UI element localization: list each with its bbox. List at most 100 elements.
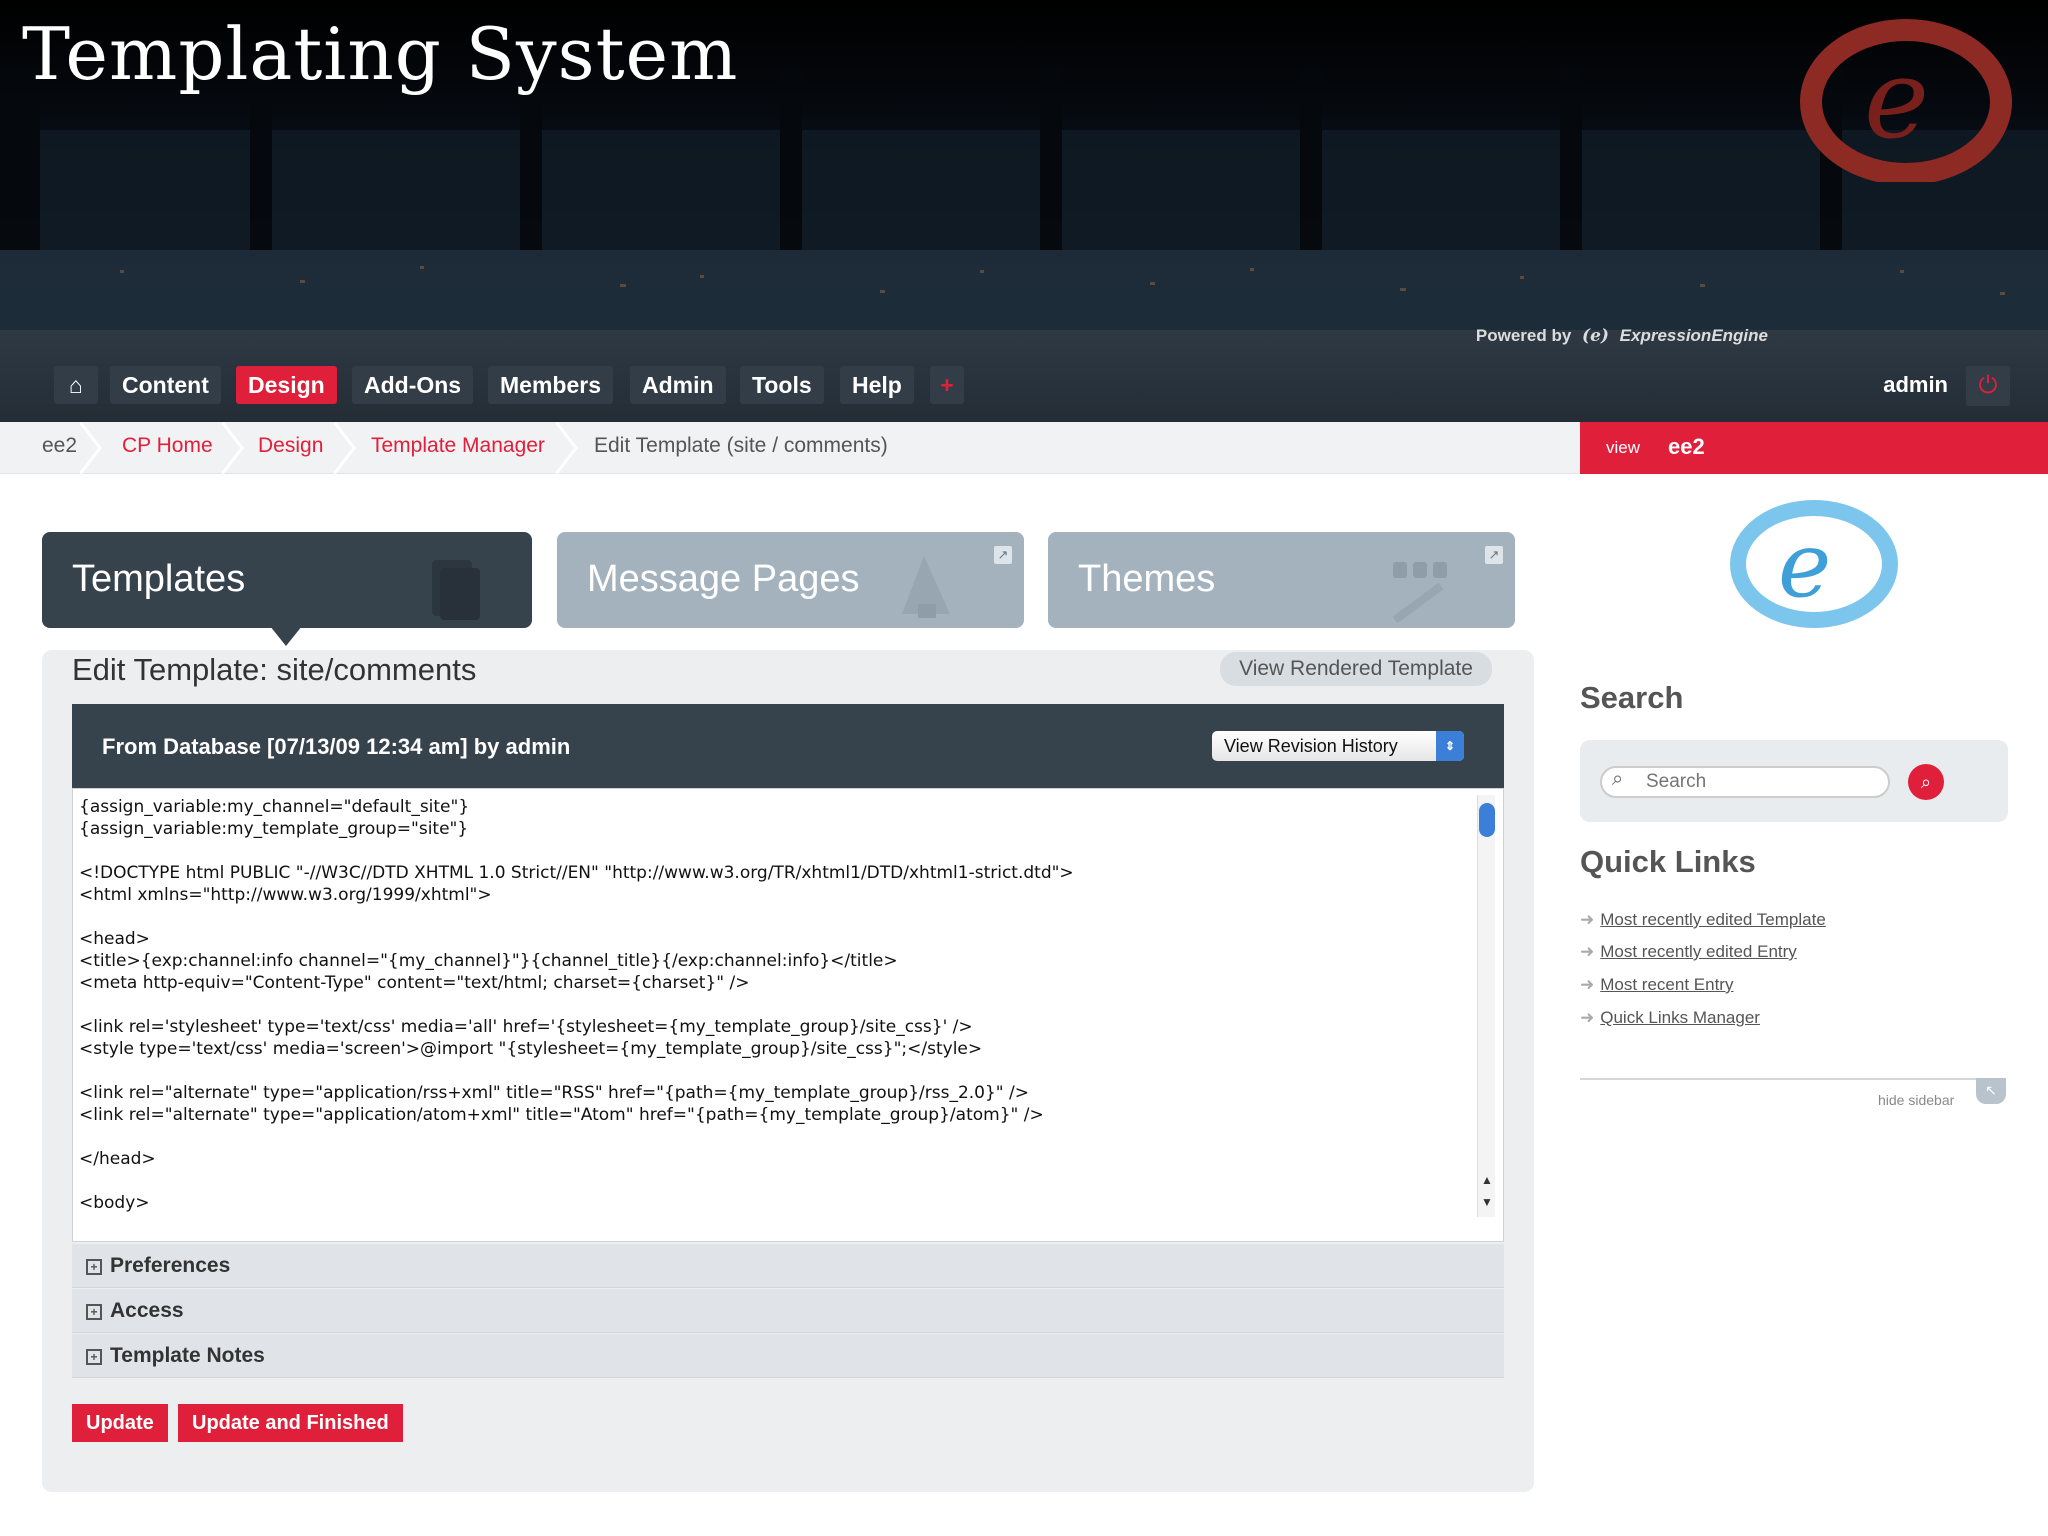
search-title: Search bbox=[1580, 680, 1684, 715]
quick-link-label[interactable]: Most recently edited Template bbox=[1600, 910, 1826, 929]
nav-admin[interactable]: Admin bbox=[630, 366, 726, 404]
select-arrows-icon: ⇕ bbox=[1436, 731, 1464, 761]
quick-link-label[interactable]: Quick Links Manager bbox=[1600, 1008, 1760, 1027]
breadcrumb-site[interactable]: ee2 bbox=[42, 434, 77, 458]
code-line: {assign_variable:my_channel="default_sit… bbox=[79, 797, 470, 817]
hide-sidebar-label[interactable]: hide sidebar bbox=[1878, 1092, 1954, 1108]
breadcrumb-current: Edit Template (site / comments) bbox=[594, 434, 888, 457]
expressionengine-logo-icon: e bbox=[1800, 19, 2012, 182]
breadcrumb-cp-home[interactable]: CP Home bbox=[122, 434, 213, 458]
nav-tools[interactable]: Tools bbox=[740, 366, 824, 404]
powered-by-label: Powered by bbox=[1475, 326, 1572, 345]
code-line: <html xmlns="http://www.w3.org/1999/xhtm… bbox=[79, 885, 492, 905]
nav-content[interactable]: Content bbox=[110, 366, 221, 404]
plus-icon[interactable]: + bbox=[930, 366, 964, 404]
expand-plus-icon: + bbox=[86, 1349, 102, 1365]
code-line: <title>{exp:channel:info channel="{my_ch… bbox=[79, 951, 898, 971]
view-site-name[interactable]: ee2 bbox=[1668, 434, 1705, 460]
city-skyline-image bbox=[0, 70, 2048, 330]
nav-design[interactable]: Design bbox=[236, 366, 337, 404]
powered-by: Powered by (e) ExpressionEngine bbox=[1476, 326, 1768, 346]
scroll-down-icon[interactable]: ▼ bbox=[1478, 1195, 1496, 1215]
template-notes-section[interactable]: + Template Notes bbox=[72, 1334, 1504, 1378]
search-icon: ⌕ bbox=[1612, 768, 1624, 790]
preferences-section[interactable]: + Preferences bbox=[72, 1244, 1504, 1288]
code-line: <body> bbox=[79, 1193, 150, 1213]
page-title: Edit Template: site/comments bbox=[72, 652, 477, 687]
hide-sidebar-icon[interactable]: ↖ bbox=[1976, 1078, 2006, 1104]
tab-templates[interactable]: Templates bbox=[42, 532, 532, 628]
active-tab-pointer bbox=[270, 626, 302, 646]
preferences-label: Preferences bbox=[110, 1254, 231, 1277]
code-line: <style type='text/css' media='screen'>@i… bbox=[79, 1039, 983, 1059]
breadcrumb-template-manager[interactable]: Template Manager bbox=[371, 434, 545, 458]
editor-scrollbar[interactable]: ▲ ▼ bbox=[1477, 795, 1495, 1217]
quick-link[interactable]: ➜ Most recently edited Template bbox=[1580, 910, 1826, 930]
slide-title: Templating System bbox=[22, 12, 739, 96]
arrow-icon: ➜ bbox=[1580, 1008, 1595, 1027]
expand-plus-icon: + bbox=[86, 1259, 102, 1275]
view-label: view bbox=[1606, 438, 1641, 457]
code-line: <!DOCTYPE html PUBLIC "-//W3C//DTD XHTML… bbox=[79, 863, 1074, 883]
code-line: <link rel="alternate" type="application/… bbox=[79, 1083, 1029, 1103]
view-rendered-template-button[interactable]: View Rendered Template bbox=[1220, 652, 1492, 686]
update-button[interactable]: Update bbox=[72, 1404, 168, 1442]
view-site-bar[interactable]: view ee2 bbox=[1580, 422, 2048, 474]
template-doc-icon bbox=[432, 560, 480, 620]
arrow-icon: ➜ bbox=[1580, 910, 1595, 929]
sidebar-divider bbox=[1580, 1078, 1988, 1080]
breadcrumb-separator-icon bbox=[222, 422, 244, 474]
code-line: {assign_variable:my_template_group="site… bbox=[79, 819, 469, 839]
revision-history-select[interactable]: View Revision History ⇕ bbox=[1212, 731, 1464, 761]
access-section[interactable]: + Access bbox=[72, 1289, 1504, 1333]
home-icon[interactable]: ⌂ bbox=[54, 366, 98, 404]
breadcrumb-separator-icon bbox=[556, 422, 578, 474]
revision-history-select-value: View Revision History bbox=[1224, 736, 1398, 756]
quick-link-label[interactable]: Most recently edited Entry bbox=[1600, 942, 1797, 961]
code-line: <head> bbox=[79, 929, 150, 949]
update-and-finished-button[interactable]: Update and Finished bbox=[178, 1404, 403, 1442]
tab-themes-label: Themes bbox=[1078, 558, 1216, 600]
breadcrumb: ee2 CP Home Design Template Manager Edit… bbox=[0, 422, 1580, 474]
expand-icon[interactable]: ↗ bbox=[994, 546, 1012, 564]
megaphone-icon bbox=[902, 556, 950, 618]
arrow-icon: ➜ bbox=[1580, 942, 1595, 961]
search-submit-button[interactable]: ⌕ bbox=[1908, 764, 1944, 800]
quick-link[interactable]: ➜ Most recently edited Entry bbox=[1580, 942, 1797, 962]
quick-link[interactable]: ➜ Most recent Entry bbox=[1580, 975, 1733, 995]
code-line: <link rel='stylesheet' type='text/css' m… bbox=[79, 1017, 973, 1037]
quick-link[interactable]: ➜ Quick Links Manager bbox=[1580, 1008, 1760, 1028]
quick-links-title: Quick Links bbox=[1580, 844, 1756, 879]
breadcrumb-separator-icon bbox=[334, 422, 356, 474]
user-name[interactable]: admin bbox=[1883, 372, 1948, 398]
nav-help[interactable]: Help bbox=[840, 366, 914, 404]
quick-link-label[interactable]: Most recent Entry bbox=[1600, 975, 1733, 994]
nav-members[interactable]: Members bbox=[488, 366, 613, 404]
template-code-editor[interactable]: {assign_variable:my_channel="default_sit… bbox=[72, 788, 1504, 1242]
template-notes-label: Template Notes bbox=[110, 1344, 265, 1367]
paintbrush-icon bbox=[1392, 562, 1447, 624]
breadcrumb-separator-icon bbox=[80, 422, 102, 474]
breadcrumb-design[interactable]: Design bbox=[258, 434, 323, 458]
expand-plus-icon: + bbox=[86, 1304, 102, 1320]
revision-info: From Database [07/13/09 12:34 am] by adm… bbox=[102, 734, 571, 759]
access-label: Access bbox=[110, 1299, 184, 1322]
svg-text:e: e bbox=[1778, 513, 1831, 618]
nav-add-ons[interactable]: Add-Ons bbox=[352, 366, 474, 404]
power-icon[interactable]: ⏻ bbox=[1966, 366, 2010, 406]
search-input[interactable] bbox=[1600, 766, 1890, 798]
tab-templates-label: Templates bbox=[72, 558, 246, 600]
tab-message-pages[interactable]: Message Pages ↗ bbox=[557, 532, 1024, 628]
header-banner: Templating System e bbox=[0, 0, 2048, 330]
scroll-up-icon[interactable]: ▲ bbox=[1478, 1173, 1496, 1193]
code-line: <meta http-equiv="Content-Type" content=… bbox=[79, 973, 750, 993]
scrollbar-thumb[interactable] bbox=[1479, 803, 1495, 837]
svg-text:e: e bbox=[1864, 35, 1929, 163]
expand-icon[interactable]: ↗ bbox=[1485, 546, 1503, 564]
code-line: </head> bbox=[79, 1149, 156, 1169]
ee-small-logo-icon: (e) bbox=[1582, 326, 1609, 346]
tab-message-pages-label: Message Pages bbox=[587, 558, 860, 600]
tab-themes[interactable]: Themes ↗ bbox=[1048, 532, 1515, 628]
code-line: <link rel="alternate" type="application/… bbox=[79, 1105, 1044, 1125]
powered-by-brand: ExpressionEngine bbox=[1619, 326, 1768, 345]
